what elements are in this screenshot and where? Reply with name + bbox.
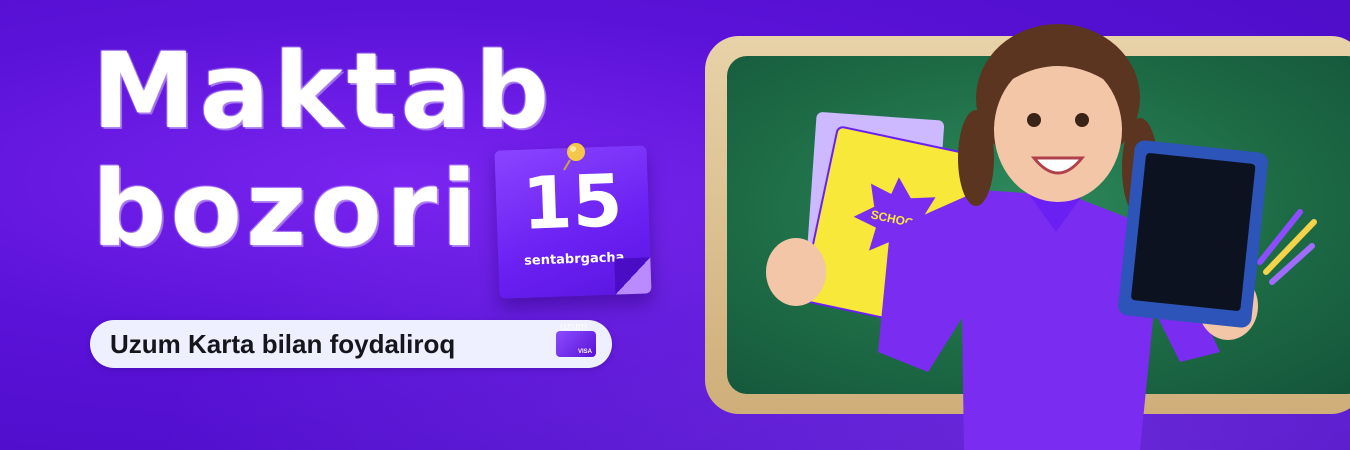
girl-eye-right [1075,113,1089,127]
pencil-violet [1269,243,1315,285]
calendar-page-curl [614,257,652,295]
card-network-label: VISA [577,349,592,355]
drawing-tablet-screen [1131,153,1256,311]
promo-banner[interactable]: Maktab bozori 15 sentabrgacha Uzum Karta… [0,0,1350,450]
girl-eye-left [1027,113,1041,127]
girl-face [994,58,1122,202]
girl-with-school-supplies-illustration: SCHOOL [766,24,1317,450]
girl-hand-left [766,238,826,306]
title-line-1: Maktab [92,30,554,152]
push-pin-icon [563,143,585,171]
calendar-day-number: 15 [520,158,624,246]
girl-pigtail-left [958,110,994,206]
uzum-karta-cta-pill[interactable]: Uzum Karta bilan foydaliroq uzum VISA [90,320,612,368]
uzum-card-icon: uzum VISA [556,321,596,357]
uzum-karta-cta-text: Uzum Karta bilan foydaliroq [110,328,456,359]
title-line-2: bozori [92,148,481,270]
card-brand-label: uzum [560,321,587,333]
